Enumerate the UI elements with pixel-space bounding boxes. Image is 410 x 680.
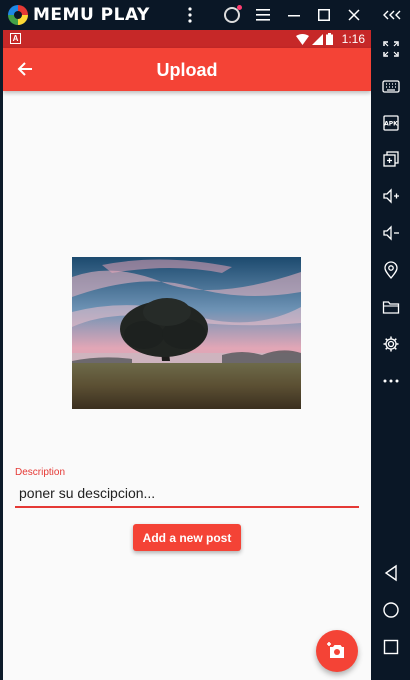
- android-screen: A 1:16 Upload Description poner su desci…: [3, 30, 371, 680]
- fullscreen-icon[interactable]: [371, 34, 410, 64]
- account-icon[interactable]: [222, 0, 242, 30]
- collapse-sidebar-icon[interactable]: [378, 0, 406, 30]
- description-label: Description: [15, 467, 66, 478]
- memu-logo: MEMU PLAY: [8, 5, 150, 25]
- close-icon[interactable]: [344, 0, 364, 30]
- status-time: 1:16: [341, 32, 365, 46]
- hamburger-menu-icon[interactable]: [253, 0, 273, 30]
- volume-up-icon[interactable]: [371, 181, 410, 211]
- folder-icon[interactable]: [371, 292, 410, 322]
- location-icon[interactable]: [371, 255, 410, 285]
- memu-logo-icon: [8, 5, 28, 25]
- wifi-icon: [296, 33, 309, 45]
- minimize-icon[interactable]: [284, 0, 304, 30]
- notification-badge: A: [10, 33, 21, 44]
- kebab-menu-icon[interactable]: [182, 0, 198, 30]
- page-title: Upload: [156, 60, 218, 80]
- add-photo-fab[interactable]: [316, 630, 358, 672]
- android-back-icon[interactable]: [371, 558, 410, 588]
- add-photo-icon: [327, 642, 344, 658]
- keyboard-icon[interactable]: [371, 71, 410, 101]
- android-home-icon[interactable]: [371, 595, 410, 625]
- add-post-button[interactable]: Add a new post: [133, 524, 241, 551]
- maximize-icon[interactable]: [314, 0, 334, 30]
- more-icon[interactable]: [371, 366, 410, 396]
- status-icons: [296, 33, 333, 45]
- settings-icon[interactable]: [371, 329, 410, 359]
- app-bar: Upload: [3, 48, 371, 91]
- signal-icon: [312, 33, 323, 45]
- battery-icon: [326, 33, 333, 45]
- svg-text:APK: APK: [384, 121, 398, 128]
- multi-instance-icon[interactable]: [371, 144, 410, 174]
- apk-icon[interactable]: APK: [371, 108, 410, 138]
- volume-down-icon[interactable]: [371, 218, 410, 248]
- uploaded-image: [72, 257, 301, 409]
- emulator-title-bar: MEMU PLAY: [0, 0, 410, 30]
- status-bar: A 1:16: [3, 30, 371, 48]
- memu-brand-text: MEMU PLAY: [33, 5, 150, 25]
- description-input[interactable]: [15, 480, 359, 508]
- emulator-sidebar: APK: [371, 30, 410, 680]
- android-recents-icon[interactable]: [371, 632, 410, 662]
